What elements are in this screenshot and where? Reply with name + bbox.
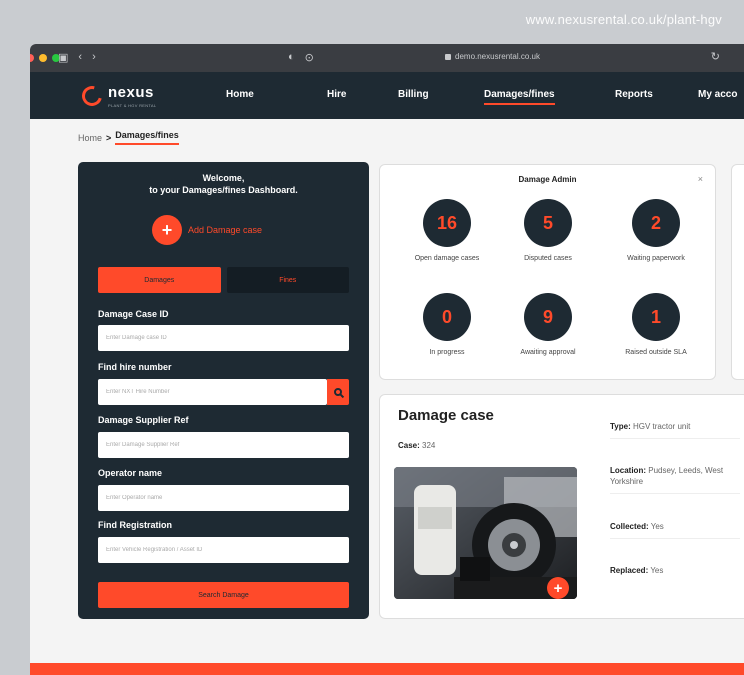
welcome-line-1: Welcome,	[202, 173, 245, 183]
breadcrumb-separator: >	[106, 132, 112, 143]
operator-name-label: Operator name	[98, 468, 163, 478]
breadcrumb-home[interactable]: Home	[78, 133, 102, 143]
window-controls	[30, 54, 60, 62]
stat-label: Disputed cases	[524, 255, 572, 262]
damage-admin-title: Damage Admin	[518, 175, 577, 184]
footer-accent-band	[30, 663, 744, 675]
collected-value: Yes	[650, 522, 664, 531]
hire-search-button[interactable]	[327, 379, 349, 405]
supplier-ref-label: Damage Supplier Ref	[98, 415, 189, 425]
reload-icon[interactable]: ↻	[711, 50, 720, 63]
registration-label: Find Registration	[98, 520, 172, 530]
minimize-window-icon[interactable]	[39, 54, 47, 62]
stat-disputed-cases[interactable]: 5 Disputed cases	[500, 199, 596, 262]
replaced-label: Replaced:	[610, 566, 649, 575]
sidebar-toggle-icon[interactable]: ▣	[58, 51, 68, 64]
logo-tagline: PLANT & HGV RENTAL	[108, 103, 157, 108]
address-text: demo.nexusrental.co.uk	[455, 52, 540, 61]
damage-admin-card: Damage Admin × 16 Open damage cases 5 Di…	[379, 164, 716, 380]
browser-privacy-icons: ◐ ⊙	[288, 51, 314, 64]
type-value: HGV tractor unit	[632, 422, 691, 431]
browser-window: ▣ ‹ › ◐ ⊙ demo.nexusrental.co.uk ↻ nexus…	[30, 44, 744, 675]
case-number-value: 324	[422, 441, 436, 450]
stat-label: Raised outside SLA	[625, 349, 687, 356]
nexus-logo[interactable]: nexus PLANT & HGV RENTAL	[78, 82, 157, 110]
tab-fines[interactable]: Fines	[226, 267, 349, 293]
detail-collected: Collected: Yes	[610, 521, 740, 539]
shield-icon[interactable]: ◐	[288, 51, 295, 64]
stat-value: 2	[632, 199, 680, 247]
top-navigation: nexus PLANT & HGV RENTAL Home Hire Billi…	[30, 72, 744, 119]
detail-location: Location: Pudsey, Leeds, West Yorkshire	[610, 465, 740, 494]
forward-icon[interactable]: ›	[92, 51, 96, 64]
hire-number-label: Find hire number	[98, 362, 172, 372]
damage-case-card: Damage case Case: 324 + Type: HGV tracto…	[379, 394, 744, 619]
welcome-message: Welcome, to your Damages/fines Dashboard…	[78, 172, 369, 196]
case-id-label: Damage Case ID	[98, 309, 169, 319]
hire-number-input[interactable]	[98, 379, 327, 405]
breadcrumb: Home > Damages/fines	[78, 130, 179, 145]
supplier-ref-input[interactable]	[98, 432, 349, 458]
nav-my-account[interactable]: My acco	[698, 89, 737, 100]
nav-damages-fines[interactable]: Damages/fines	[484, 89, 555, 105]
tab-damages[interactable]: Damages	[98, 267, 221, 293]
case-number: Case: 324	[398, 441, 435, 450]
detail-type: Type: HGV tractor unit	[610, 421, 740, 439]
location-label: Location:	[610, 466, 646, 475]
stat-value: 0	[423, 293, 471, 341]
case-id-input[interactable]	[98, 325, 349, 351]
nav-hire[interactable]: Hire	[327, 89, 346, 100]
breadcrumb-current: Damages/fines	[115, 130, 179, 145]
case-number-label: Case:	[398, 441, 420, 450]
stat-label: In progress	[429, 349, 465, 356]
plus-icon: +	[152, 215, 182, 245]
stat-value: 1	[632, 293, 680, 341]
stat-raised-outside-sla[interactable]: 1 Raised outside SLA	[608, 293, 704, 356]
secondary-card-partial	[731, 164, 744, 380]
address-bar[interactable]: demo.nexusrental.co.uk	[445, 52, 540, 61]
search-damage-button[interactable]: Search Damage	[98, 582, 349, 608]
add-photo-button[interactable]: +	[547, 577, 569, 599]
stat-in-progress[interactable]: 0 In progress	[399, 293, 495, 356]
replaced-value: Yes	[650, 566, 664, 575]
operator-name-input[interactable]	[98, 485, 349, 511]
logo-mark-icon	[78, 82, 106, 110]
stat-value: 16	[423, 199, 471, 247]
extension-icon[interactable]: ⊙	[305, 51, 314, 64]
browser-nav-icons: ▣ ‹ ›	[58, 51, 96, 64]
search-icon	[334, 388, 342, 396]
lock-icon	[445, 53, 451, 60]
search-type-tabs: Damages Fines	[98, 267, 349, 293]
nav-billing[interactable]: Billing	[398, 89, 429, 100]
stat-value: 5	[524, 199, 572, 247]
close-icon[interactable]: ×	[698, 174, 703, 184]
stat-waiting-paperwork[interactable]: 2 Waiting paperwork	[608, 199, 704, 262]
nav-home[interactable]: Home	[226, 89, 254, 100]
registration-input[interactable]	[98, 537, 349, 563]
damage-case-title: Damage case	[398, 407, 494, 424]
stat-open-damage-cases[interactable]: 16 Open damage cases	[399, 199, 495, 262]
detail-replaced: Replaced: Yes	[610, 565, 740, 582]
stat-label: Awaiting approval	[520, 349, 576, 356]
welcome-line-2: to your Damages/fines Dashboard.	[149, 185, 298, 195]
nav-reports[interactable]: Reports	[615, 89, 653, 100]
type-label: Type:	[610, 422, 631, 431]
close-window-icon[interactable]	[30, 54, 34, 62]
stat-value: 9	[524, 293, 572, 341]
damage-search-panel: Welcome, to your Damages/fines Dashboard…	[78, 162, 369, 619]
stat-label: Waiting paperwork	[627, 255, 685, 262]
caption-url: www.nexusrental.co.uk/plant-hgv	[525, 12, 722, 27]
browser-toolbar: ▣ ‹ › ◐ ⊙ demo.nexusrental.co.uk ↻	[30, 44, 744, 72]
add-damage-case-button[interactable]: + Add Damage case	[152, 215, 262, 245]
add-damage-case-label: Add Damage case	[188, 225, 263, 235]
back-icon[interactable]: ‹	[78, 51, 82, 64]
stat-awaiting-approval[interactable]: 9 Awaiting approval	[500, 293, 596, 356]
logo-wordmark: nexus	[108, 84, 154, 101]
stat-label: Open damage cases	[414, 255, 480, 262]
collected-label: Collected:	[610, 522, 649, 531]
